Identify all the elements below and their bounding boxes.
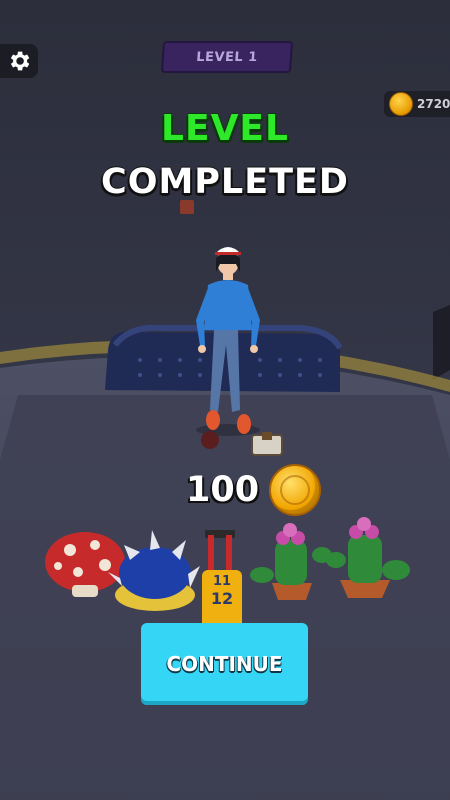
level-completed-title-line2: COMPLETED <box>101 162 349 202</box>
wall-block <box>433 305 450 380</box>
level-completed-title-line1: LEVEL <box>161 108 289 149</box>
distant-item <box>180 200 194 214</box>
settings-button[interactable] <box>0 44 38 78</box>
level-indicator: LEVEL 1 <box>160 41 294 73</box>
svg-text:12: 12 <box>211 589 233 608</box>
reward-amount: 100 <box>186 470 260 510</box>
gear-icon <box>10 51 30 71</box>
coin-icon <box>269 464 322 516</box>
continue-button[interactable]: CONTINUE <box>141 623 308 705</box>
treasure-chest <box>251 432 283 456</box>
reward-display: 100 <box>186 460 322 520</box>
top-hud: LEVEL 1 <box>0 0 450 80</box>
red-figure <box>201 431 219 449</box>
svg-text:11: 11 <box>213 574 231 589</box>
